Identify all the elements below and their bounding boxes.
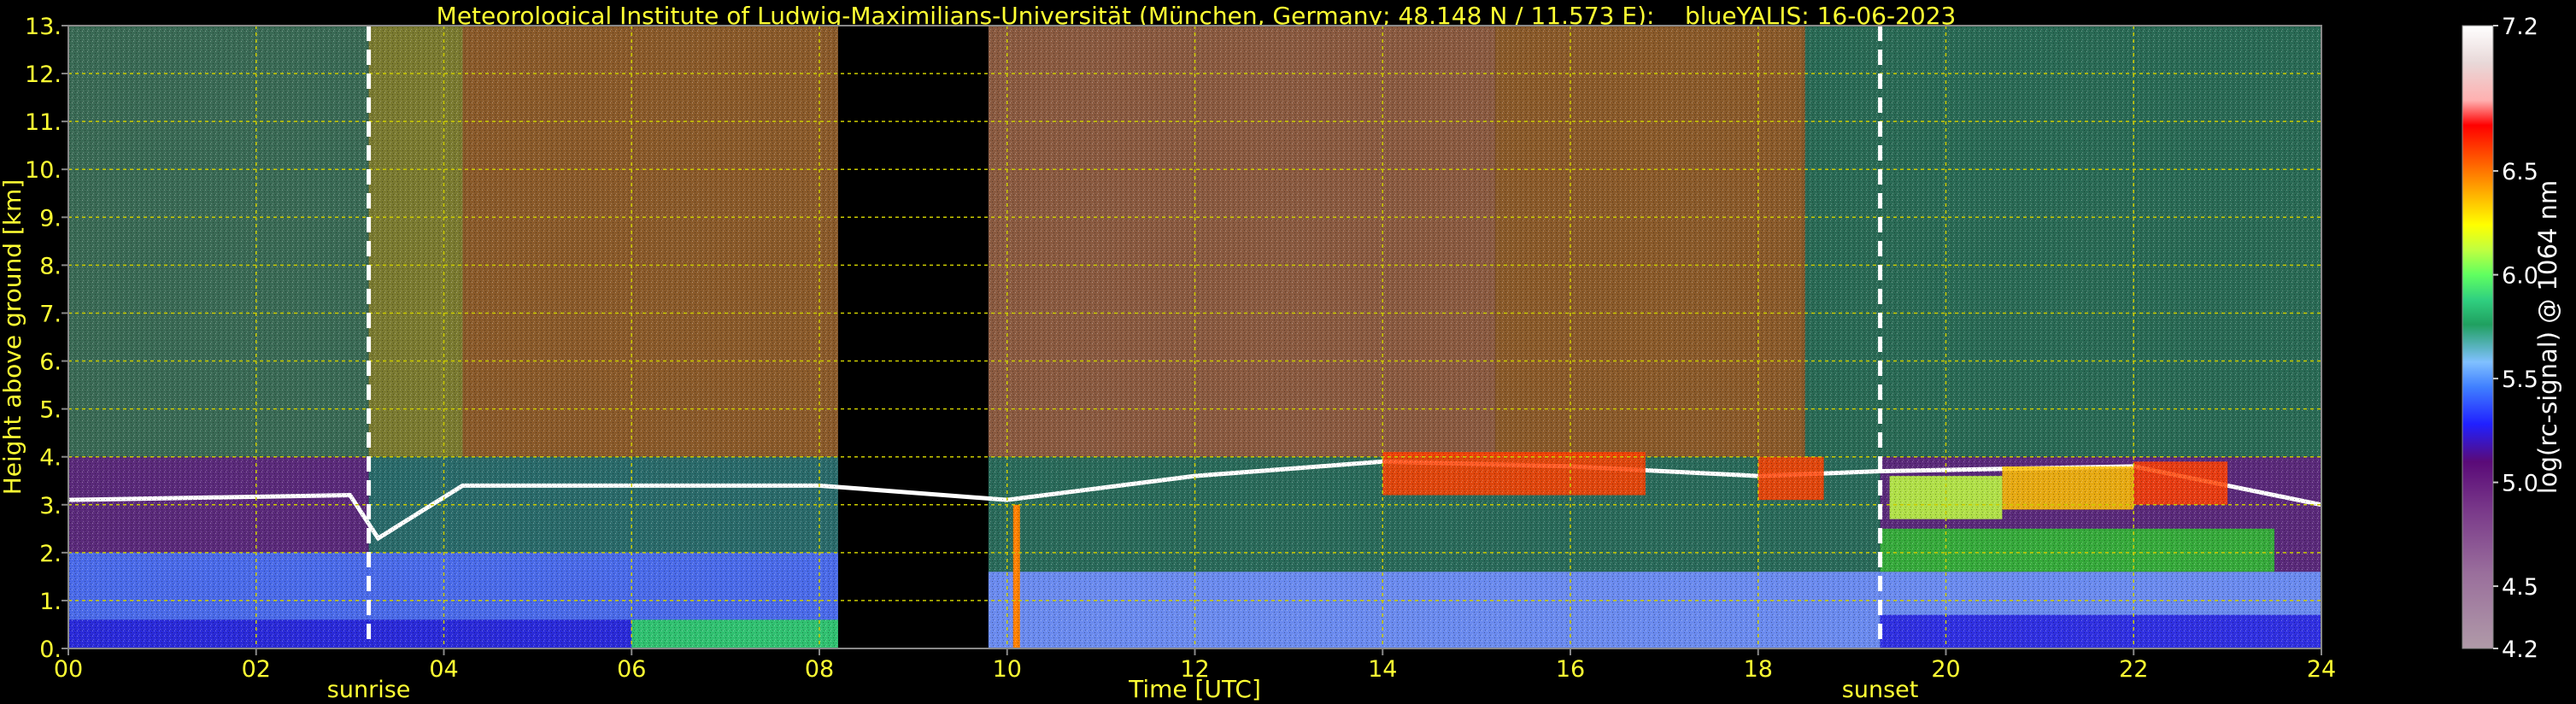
x-tick-label: 10 <box>993 656 1022 683</box>
y-tick-label: 1. <box>39 589 62 615</box>
x-tick-label: 24 <box>2307 656 2336 683</box>
y-tick-label: 11. <box>25 109 62 136</box>
no-data-gap <box>837 26 989 648</box>
x-tick-label: 22 <box>2119 656 2148 683</box>
y-tick-label: 12. <box>25 62 62 88</box>
y-tick-label: 6. <box>39 349 62 376</box>
colorbar-bar <box>2462 25 2494 649</box>
chart-canvas: sunrise sunset00 02 04 06 08 10 12 14 16 18 20 22 240… <box>0 14 2562 703</box>
y-tick-label: 10. <box>25 157 62 184</box>
y-tick-label: 7. <box>39 301 62 327</box>
annotation-label: sunrise <box>327 677 411 703</box>
x-tick-label: 18 <box>1744 656 1773 683</box>
x-axis-label: Time [UTC] <box>1128 675 1261 703</box>
annotation-label: sunset <box>1842 677 1919 703</box>
y-tick-label: 2. <box>39 541 62 567</box>
colorbar-label: log(rc-signal) @ 1064 nm <box>2533 180 2562 494</box>
y-tick-label: 0. <box>39 637 62 663</box>
y-tick-label: 3. <box>39 493 62 519</box>
x-tick-label: 08 <box>805 656 834 683</box>
y-tick-label: 5. <box>39 397 62 424</box>
x-tick-label: 02 <box>242 656 271 683</box>
noise-overlay <box>988 26 2321 648</box>
y-tick-label: 4. <box>39 445 62 472</box>
x-tick-label: 06 <box>617 656 646 683</box>
y-tick-label: 13. <box>25 14 62 40</box>
colorbar-tick-label: 7.2 <box>2502 14 2538 40</box>
colorbar-tick-label: 4.2 <box>2502 637 2538 663</box>
x-tick-label: 16 <box>1556 656 1585 683</box>
colorbar-tick-label: 4.5 <box>2502 574 2538 601</box>
y-axis-label: Height above ground [km] <box>0 179 26 496</box>
lidar-figure: Meteorological Institute of Ludwig-Maxim… <box>0 0 2576 704</box>
x-tick-label: 20 <box>1931 656 1960 683</box>
noise-overlay <box>68 26 838 648</box>
x-tick-label: 14 <box>1368 656 1397 683</box>
x-tick-label: 04 <box>429 656 458 683</box>
y-tick-label: 8. <box>39 253 62 279</box>
colorbar: 7.26.56.05.55.04.54.2log(rc-signal) @ 10… <box>2462 14 2562 663</box>
y-tick-label: 9. <box>39 205 62 232</box>
